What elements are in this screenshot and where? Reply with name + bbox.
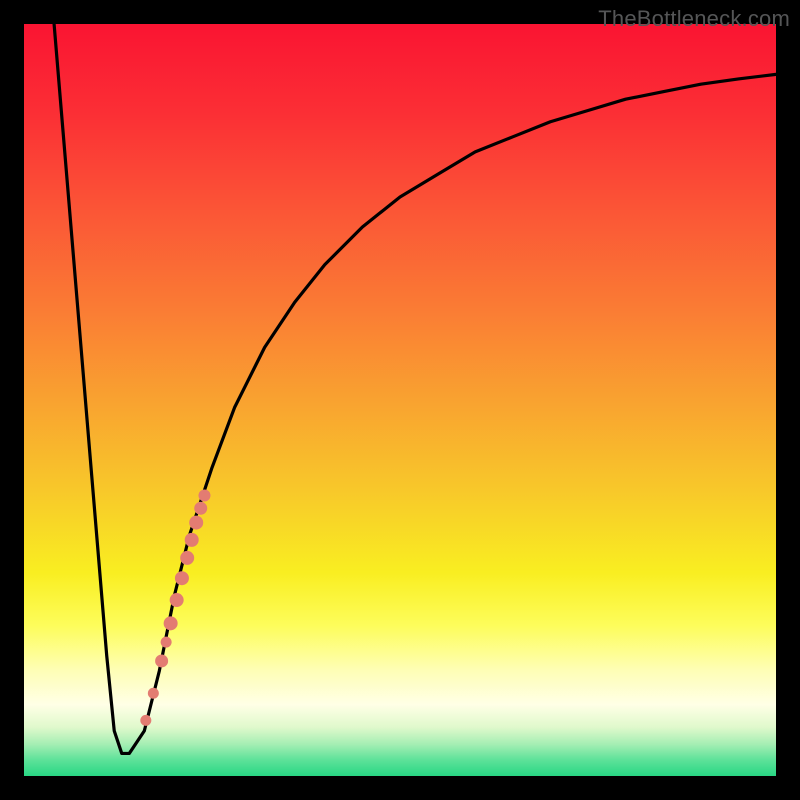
chart-frame: TheBottleneck.com <box>0 0 800 800</box>
gradient-bg <box>24 24 776 776</box>
watermark-text: TheBottleneck.com <box>598 6 790 32</box>
data-point <box>170 593 184 607</box>
data-point <box>180 551 194 565</box>
plot-area <box>24 24 776 776</box>
data-point <box>194 502 207 515</box>
data-point <box>185 533 199 547</box>
data-point <box>161 637 172 648</box>
data-point <box>198 490 210 502</box>
data-point <box>140 715 151 726</box>
data-point <box>148 688 159 699</box>
data-point <box>189 516 203 530</box>
data-point <box>175 571 189 585</box>
data-point <box>164 616 178 630</box>
chart-svg <box>24 24 776 776</box>
data-point <box>155 654 168 667</box>
